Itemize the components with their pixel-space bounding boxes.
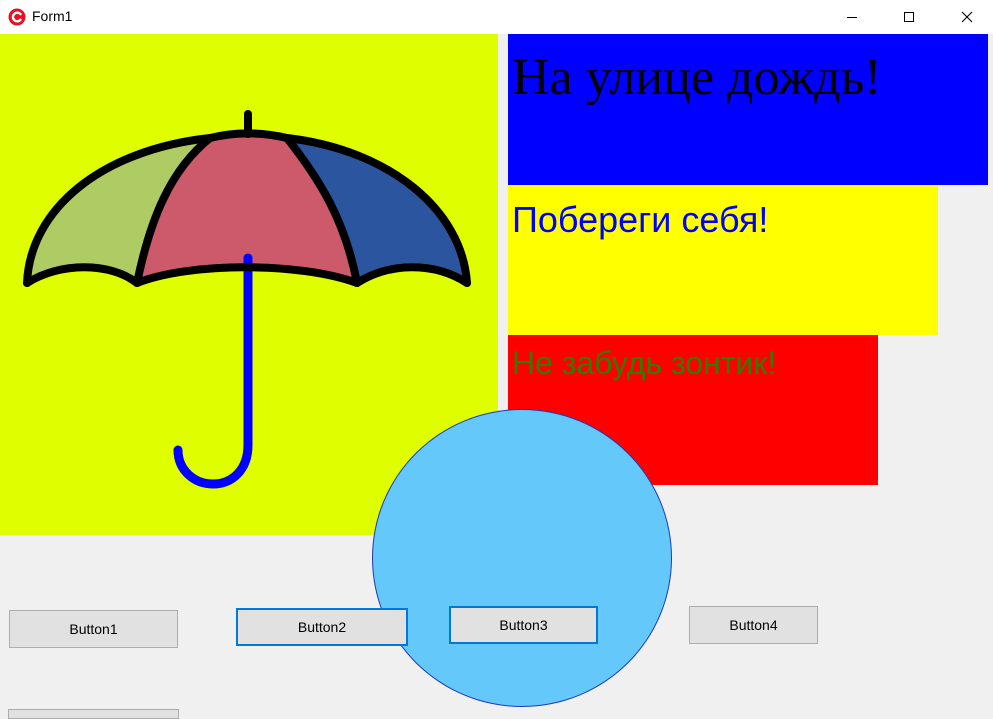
blue-circle-shape bbox=[372, 409, 672, 707]
window-title: Form1 bbox=[32, 8, 73, 24]
button-4[interactable]: Button4 bbox=[689, 606, 818, 644]
maximize-icon bbox=[904, 12, 914, 22]
yellow-label-text: Побереги себя! bbox=[512, 199, 769, 240]
minimize-button[interactable] bbox=[823, 0, 881, 34]
blue-label-text: На улице дождь! bbox=[512, 49, 882, 106]
button-2[interactable]: Button2 bbox=[236, 608, 408, 646]
yellow-label-panel: Побереги себя! bbox=[508, 185, 938, 335]
app-logo-icon bbox=[8, 8, 26, 26]
maximize-button[interactable] bbox=[880, 0, 938, 34]
button-3[interactable]: Button3 bbox=[449, 606, 598, 644]
button-5-partial[interactable] bbox=[8, 709, 179, 719]
button-1[interactable]: Button1 bbox=[9, 610, 178, 648]
red-label-text: Не забудь зонтик! bbox=[512, 345, 777, 381]
blue-label-panel: На улице дождь! bbox=[508, 34, 988, 185]
close-icon bbox=[961, 11, 973, 23]
title-bar: Form1 bbox=[0, 0, 993, 34]
minimize-icon bbox=[847, 17, 857, 18]
close-button[interactable] bbox=[938, 0, 993, 34]
